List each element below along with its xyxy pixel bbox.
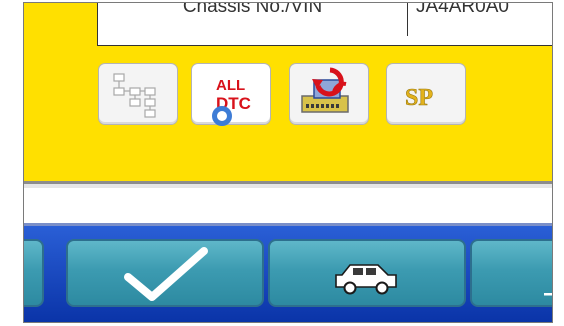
- divider-shadow: [24, 184, 552, 188]
- system-tree-button[interactable]: [98, 63, 178, 125]
- chassis-vin-label: Chassis No./VIN: [98, 3, 408, 36]
- vehicle-info-table: Chassis No./VIN JA4AR0A0: [97, 2, 552, 46]
- app-window: Chassis No./VIN JA4AR0A0 ALL DTC SP: [23, 2, 553, 323]
- confirm-button[interactable]: [66, 239, 264, 307]
- ecu-reprogram-icon: [301, 67, 349, 113]
- svg-text:SP: SP: [405, 85, 433, 111]
- all-dtc-icon: ALL DTC: [216, 77, 251, 113]
- chassis-vin-value: JA4AR0A0: [416, 2, 509, 17]
- special-function-icon: SP: [405, 85, 434, 112]
- toolbar-partial-left-button[interactable]: [24, 239, 44, 307]
- svg-text:ALL: ALL: [216, 77, 245, 94]
- system-tree-icon: [113, 73, 156, 118]
- confirm-check-icon: [124, 247, 208, 301]
- vehicle-icon: [335, 264, 397, 295]
- partial-icon: [544, 293, 552, 296]
- toolbar-partial-right-button[interactable]: [470, 239, 552, 307]
- special-function-button[interactable]: SP: [386, 63, 466, 125]
- touch-cursor-icon: [212, 106, 232, 126]
- vehicle-button[interactable]: [268, 239, 466, 307]
- ecu-reprogram-button[interactable]: [289, 63, 369, 125]
